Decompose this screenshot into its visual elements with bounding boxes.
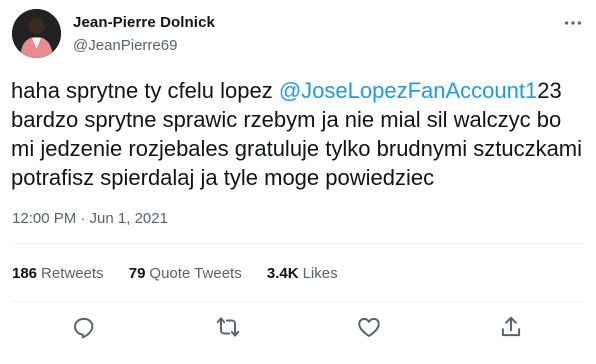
likes-label: Likes — [302, 265, 338, 282]
tweet-text: haha sprytne ty cfelu lopez @JoseLopezFa… — [11, 76, 589, 192]
quote-tweets-label: Quote Tweets — [149, 265, 242, 282]
heart-icon — [358, 317, 380, 337]
retweets-count: 186 — [12, 265, 38, 282]
reply-icon — [74, 317, 94, 339]
like-button[interactable] — [356, 314, 382, 340]
tweet-text-before: haha sprytne ty cfelu lopez — [11, 78, 279, 103]
likes-stat[interactable]: 3.4K Likes — [267, 265, 338, 282]
tweet-timestamp[interactable]: 12:00 PM · Jun 1, 2021 — [12, 210, 168, 227]
author-handle[interactable]: @JeanPierre69 — [73, 37, 177, 54]
reply-button[interactable] — [71, 314, 97, 340]
retweets-label: Retweets — [41, 265, 104, 282]
mention-link[interactable]: @JoseLopezFanAccount1 — [279, 78, 537, 103]
author-name[interactable]: Jean-Pierre Dolnick — [73, 14, 215, 31]
share-icon — [501, 316, 521, 337]
retweet-button[interactable] — [215, 314, 241, 340]
quote-tweets-count: 79 — [128, 265, 146, 282]
divider — [12, 301, 584, 302]
more-dots-icon[interactable] — [562, 12, 584, 34]
quote-tweets-stat[interactable]: 79 Quote Tweets — [129, 265, 242, 282]
retweet-icon — [216, 317, 240, 337]
share-button[interactable] — [498, 314, 524, 340]
tweet-card: Jean-Pierre Dolnick @JeanPierre69 haha s… — [0, 0, 596, 364]
likes-count: 3.4K — [266, 265, 299, 282]
retweets-stat[interactable]: 186 Retweets — [12, 265, 104, 282]
divider — [12, 243, 584, 244]
tweet-stats: 186 Retweets 79 Quote Tweets 3.4K Likes — [12, 265, 359, 282]
avatar-image — [12, 9, 61, 58]
avatar[interactable] — [12, 9, 61, 58]
